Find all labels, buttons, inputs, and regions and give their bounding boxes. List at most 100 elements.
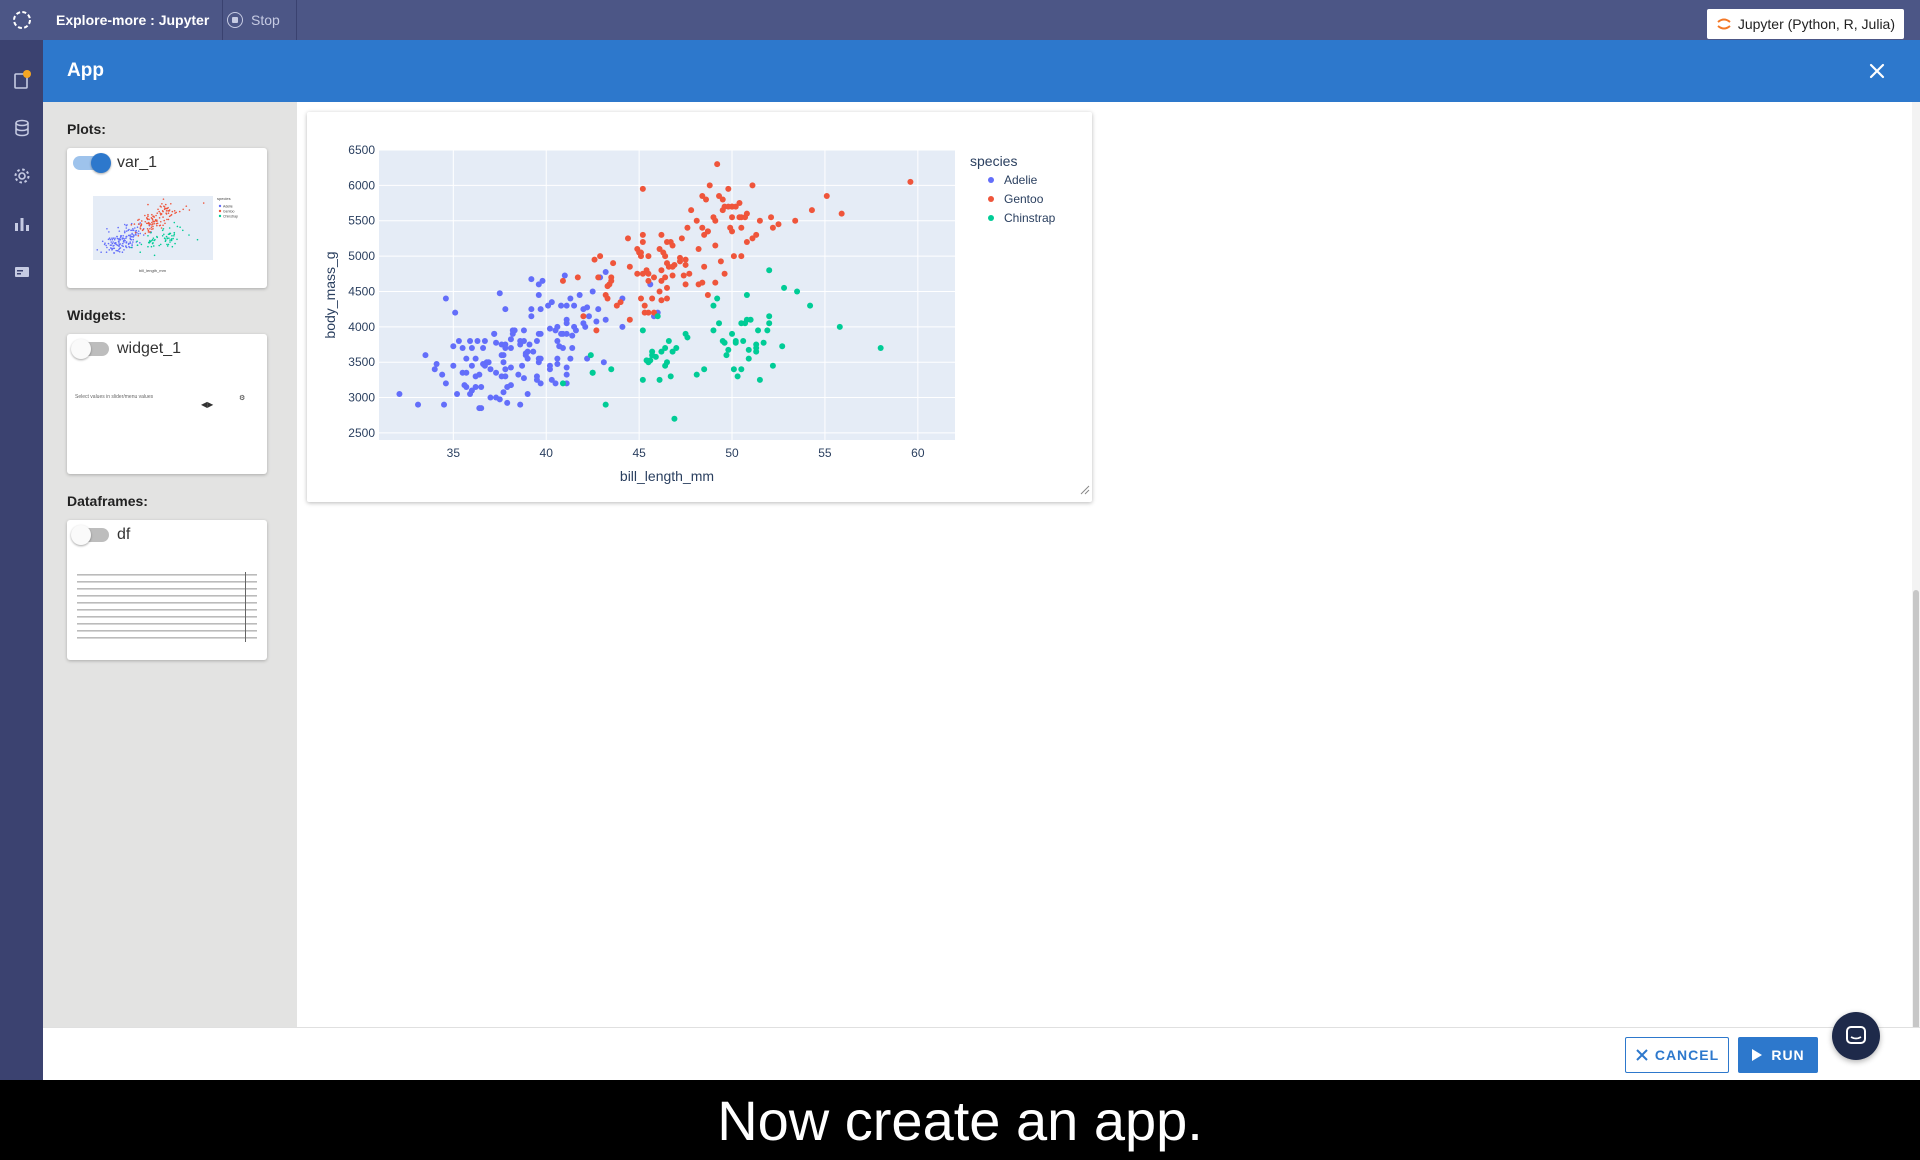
data-point-gentoo[interactable] bbox=[593, 327, 600, 334]
data-point-gentoo[interactable] bbox=[703, 196, 710, 203]
data-point-adelie[interactable] bbox=[600, 359, 607, 366]
data-point-adelie[interactable] bbox=[491, 330, 498, 337]
data-point-adelie[interactable] bbox=[431, 366, 438, 373]
data-point-gentoo[interactable] bbox=[608, 277, 615, 284]
data-point-gentoo[interactable] bbox=[701, 231, 708, 238]
data-point-adelie[interactable] bbox=[478, 383, 485, 390]
data-point-adelie[interactable] bbox=[554, 360, 561, 367]
dataframe-toggle[interactable] bbox=[71, 525, 109, 545]
data-point-adelie[interactable] bbox=[502, 306, 509, 313]
data-point-adelie[interactable] bbox=[528, 306, 535, 313]
data-point-gentoo[interactable] bbox=[613, 302, 620, 309]
data-point-chinstrap[interactable] bbox=[743, 316, 750, 323]
data-point-gentoo[interactable] bbox=[719, 196, 726, 203]
data-point-adelie[interactable] bbox=[585, 313, 592, 320]
data-point-adelie[interactable] bbox=[546, 366, 553, 373]
chat-launcher-button[interactable] bbox=[1832, 1012, 1880, 1060]
data-point-chinstrap[interactable] bbox=[794, 288, 801, 295]
data-point-gentoo[interactable] bbox=[664, 284, 670, 291]
data-point-gentoo[interactable] bbox=[645, 277, 652, 284]
data-point-gentoo[interactable] bbox=[686, 270, 693, 277]
data-point-chinstrap[interactable] bbox=[693, 371, 700, 378]
data-point-adelie[interactable] bbox=[504, 399, 511, 406]
data-point-adelie[interactable] bbox=[558, 330, 565, 337]
data-point-adelie[interactable] bbox=[528, 313, 535, 320]
data-point-gentoo[interactable] bbox=[736, 200, 743, 207]
data-point-chinstrap[interactable] bbox=[608, 366, 615, 373]
data-point-chinstrap[interactable] bbox=[714, 295, 721, 302]
data-point-chinstrap[interactable] bbox=[766, 313, 773, 320]
data-point-gentoo[interactable] bbox=[677, 258, 684, 265]
data-point-adelie[interactable] bbox=[537, 355, 544, 362]
data-point-chinstrap[interactable] bbox=[725, 346, 732, 353]
legend-item-adelie[interactable]: Adelie bbox=[1004, 173, 1038, 187]
data-point-adelie[interactable] bbox=[582, 323, 589, 330]
data-point-adelie[interactable] bbox=[396, 391, 403, 398]
data-point-gentoo[interactable] bbox=[680, 272, 687, 279]
data-point-gentoo[interactable] bbox=[604, 283, 611, 290]
data-point-chinstrap[interactable] bbox=[877, 345, 884, 352]
data-point-adelie[interactable] bbox=[502, 366, 509, 373]
data-point-adelie[interactable] bbox=[537, 380, 544, 387]
widget-card-widget-1[interactable]: widget_1 Select values in slider/menu va… bbox=[67, 334, 267, 474]
data-point-adelie[interactable] bbox=[569, 345, 576, 352]
data-point-adelie[interactable] bbox=[563, 302, 570, 309]
data-point-chinstrap[interactable] bbox=[716, 320, 723, 327]
data-point-chinstrap[interactable] bbox=[559, 380, 566, 387]
data-point-adelie[interactable] bbox=[468, 362, 475, 369]
data-point-gentoo[interactable] bbox=[591, 256, 598, 263]
data-point-gentoo[interactable] bbox=[626, 316, 633, 323]
data-point-adelie[interactable] bbox=[519, 362, 526, 369]
data-point-adelie[interactable] bbox=[442, 380, 449, 387]
data-point-adelie[interactable] bbox=[507, 364, 514, 371]
data-point-gentoo[interactable] bbox=[721, 270, 728, 277]
data-point-chinstrap[interactable] bbox=[836, 323, 843, 330]
data-point-gentoo[interactable] bbox=[756, 217, 763, 224]
data-point-adelie[interactable] bbox=[535, 330, 542, 337]
data-point-gentoo[interactable] bbox=[639, 185, 646, 192]
data-point-gentoo[interactable] bbox=[650, 274, 657, 281]
data-point-gentoo[interactable] bbox=[610, 260, 617, 267]
data-point-gentoo[interactable] bbox=[664, 260, 670, 267]
data-point-adelie[interactable] bbox=[546, 325, 553, 332]
data-point-gentoo[interactable] bbox=[649, 295, 656, 302]
kernel-selector[interactable]: Jupyter (Python, R, Julia) bbox=[1706, 9, 1904, 39]
data-point-gentoo[interactable] bbox=[656, 246, 663, 253]
close-icon[interactable] bbox=[1864, 58, 1890, 84]
data-point-gentoo[interactable] bbox=[743, 238, 750, 245]
data-point-adelie[interactable] bbox=[496, 290, 503, 297]
data-point-chinstrap[interactable] bbox=[671, 415, 678, 422]
data-point-adelie[interactable] bbox=[474, 337, 481, 344]
data-point-adelie[interactable] bbox=[468, 345, 475, 352]
data-point-gentoo[interactable] bbox=[634, 270, 641, 277]
data-point-gentoo[interactable] bbox=[684, 224, 691, 231]
data-point-adelie[interactable] bbox=[602, 269, 609, 276]
data-point-gentoo[interactable] bbox=[688, 207, 695, 214]
data-point-adelie[interactable] bbox=[463, 369, 470, 376]
data-point-adelie[interactable] bbox=[459, 345, 466, 352]
data-point-adelie[interactable] bbox=[569, 332, 576, 339]
data-point-gentoo[interactable] bbox=[626, 263, 633, 270]
data-point-gentoo[interactable] bbox=[664, 295, 670, 302]
data-point-gentoo[interactable] bbox=[662, 253, 669, 260]
resize-handle-icon[interactable] bbox=[1080, 485, 1090, 495]
data-point-gentoo[interactable] bbox=[682, 256, 689, 263]
data-point-adelie[interactable] bbox=[602, 316, 609, 323]
data-point-adelie[interactable] bbox=[567, 355, 574, 362]
notebook-title[interactable]: Explore-more : Jupyter bbox=[43, 0, 224, 40]
data-point-chinstrap[interactable] bbox=[656, 376, 663, 383]
data-point-gentoo[interactable] bbox=[706, 182, 713, 189]
data-point-chinstrap[interactable] bbox=[745, 346, 752, 353]
data-point-adelie[interactable] bbox=[576, 292, 583, 298]
data-point-gentoo[interactable] bbox=[645, 253, 652, 260]
data-point-gentoo[interactable] bbox=[658, 231, 665, 238]
data-point-gentoo[interactable] bbox=[738, 224, 745, 231]
data-point-adelie[interactable] bbox=[567, 295, 574, 302]
data-point-gentoo[interactable] bbox=[738, 253, 745, 260]
chart-icon[interactable] bbox=[12, 214, 32, 234]
data-point-adelie[interactable] bbox=[467, 391, 474, 398]
data-point-adelie[interactable] bbox=[558, 302, 565, 309]
data-point-gentoo[interactable] bbox=[775, 221, 782, 228]
data-point-adelie[interactable] bbox=[455, 337, 462, 344]
data-point-adelie[interactable] bbox=[493, 369, 500, 376]
